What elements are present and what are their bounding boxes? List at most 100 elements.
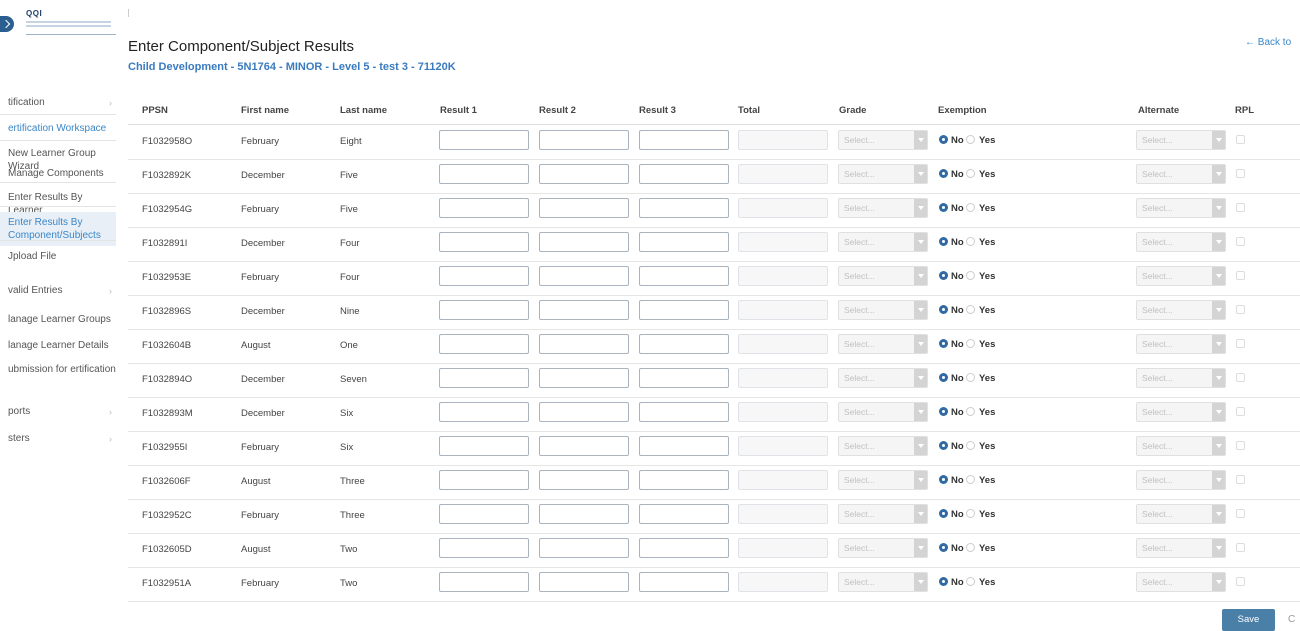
exemption-yes-radio[interactable] xyxy=(966,441,975,450)
grade-select[interactable]: Select... xyxy=(838,232,928,252)
exemption-no-radio[interactable] xyxy=(939,543,948,552)
exemption-no-radio[interactable] xyxy=(939,203,948,212)
grade-select[interactable]: Select... xyxy=(838,300,928,320)
result-1-input[interactable] xyxy=(439,538,529,558)
exemption-yes-radio[interactable] xyxy=(966,237,975,246)
result-2-input[interactable] xyxy=(539,130,629,150)
result-1-input[interactable] xyxy=(439,300,529,320)
alternate-select[interactable]: Select... xyxy=(1136,436,1226,456)
rpl-checkbox[interactable] xyxy=(1236,373,1245,382)
grade-select[interactable]: Select... xyxy=(838,470,928,490)
result-1-input[interactable] xyxy=(439,572,529,592)
alternate-select[interactable]: Select... xyxy=(1136,300,1226,320)
alternate-select[interactable]: Select... xyxy=(1136,232,1226,252)
exemption-no-radio[interactable] xyxy=(939,339,948,348)
grade-select[interactable]: Select... xyxy=(838,198,928,218)
rpl-checkbox[interactable] xyxy=(1236,305,1245,314)
result-3-input[interactable] xyxy=(639,334,729,354)
alternate-select[interactable]: Select... xyxy=(1136,198,1226,218)
exemption-no-radio[interactable] xyxy=(939,135,948,144)
result-1-input[interactable] xyxy=(439,436,529,456)
result-1-input[interactable] xyxy=(439,368,529,388)
rpl-checkbox[interactable] xyxy=(1236,339,1245,348)
exemption-no-radio[interactable] xyxy=(939,475,948,484)
exemption-yes-radio[interactable] xyxy=(966,475,975,484)
grade-select[interactable]: Select... xyxy=(838,368,928,388)
result-3-input[interactable] xyxy=(639,538,729,558)
sidebar-item[interactable]: ertification Workspace xyxy=(0,122,116,135)
result-3-input[interactable] xyxy=(639,300,729,320)
grade-select[interactable]: Select... xyxy=(838,402,928,422)
back-link[interactable]: ← Back to xyxy=(1245,37,1291,48)
sidebar-item[interactable]: valid Entries › xyxy=(0,284,116,297)
result-1-input[interactable] xyxy=(439,504,529,524)
result-2-input[interactable] xyxy=(539,300,629,320)
exemption-yes-radio[interactable] xyxy=(966,509,975,518)
sidebar-item[interactable]: lanage Learner Details xyxy=(0,339,116,352)
sidebar-item[interactable]: ports › xyxy=(0,405,116,418)
result-3-input[interactable] xyxy=(639,572,729,592)
result-3-input[interactable] xyxy=(639,266,729,286)
result-1-input[interactable] xyxy=(439,470,529,490)
sidebar-item[interactable]: Jpload File xyxy=(0,250,116,263)
result-3-input[interactable] xyxy=(639,402,729,422)
result-2-input[interactable] xyxy=(539,402,629,422)
sidebar-item[interactable]: lanage Learner Groups xyxy=(0,313,116,326)
result-3-input[interactable] xyxy=(639,232,729,252)
rpl-checkbox[interactable] xyxy=(1236,271,1245,280)
rpl-checkbox[interactable] xyxy=(1236,407,1245,416)
alternate-select[interactable]: Select... xyxy=(1136,572,1226,592)
exemption-yes-radio[interactable] xyxy=(966,169,975,178)
rpl-checkbox[interactable] xyxy=(1236,475,1245,484)
result-2-input[interactable] xyxy=(539,266,629,286)
result-2-input[interactable] xyxy=(539,504,629,524)
alternate-select[interactable]: Select... xyxy=(1136,538,1226,558)
exemption-yes-radio[interactable] xyxy=(966,135,975,144)
grade-select[interactable]: Select... xyxy=(838,504,928,524)
rpl-checkbox[interactable] xyxy=(1236,169,1245,178)
result-1-input[interactable] xyxy=(439,266,529,286)
rpl-checkbox[interactable] xyxy=(1236,543,1245,552)
result-2-input[interactable] xyxy=(539,538,629,558)
result-3-input[interactable] xyxy=(639,368,729,388)
alternate-select[interactable]: Select... xyxy=(1136,504,1226,524)
alternate-select[interactable]: Select... xyxy=(1136,266,1226,286)
exemption-yes-radio[interactable] xyxy=(966,373,975,382)
alternate-select[interactable]: Select... xyxy=(1136,164,1226,184)
exemption-no-radio[interactable] xyxy=(939,373,948,382)
result-2-input[interactable] xyxy=(539,198,629,218)
result-2-input[interactable] xyxy=(539,334,629,354)
sidebar-item[interactable]: tification › xyxy=(0,96,116,109)
result-2-input[interactable] xyxy=(539,164,629,184)
exemption-no-radio[interactable] xyxy=(939,169,948,178)
grade-select[interactable]: Select... xyxy=(838,266,928,286)
rpl-checkbox[interactable] xyxy=(1236,509,1245,518)
grade-select[interactable]: Select... xyxy=(838,164,928,184)
result-2-input[interactable] xyxy=(539,232,629,252)
result-1-input[interactable] xyxy=(439,198,529,218)
alternate-select[interactable]: Select... xyxy=(1136,334,1226,354)
grade-select[interactable]: Select... xyxy=(838,436,928,456)
result-2-input[interactable] xyxy=(539,470,629,490)
grade-select[interactable]: Select... xyxy=(838,572,928,592)
alternate-select[interactable]: Select... xyxy=(1136,368,1226,388)
rpl-checkbox[interactable] xyxy=(1236,577,1245,586)
exemption-no-radio[interactable] xyxy=(939,509,948,518)
result-3-input[interactable] xyxy=(639,436,729,456)
exemption-no-radio[interactable] xyxy=(939,577,948,586)
alternate-select[interactable]: Select... xyxy=(1136,470,1226,490)
alternate-select[interactable]: Select... xyxy=(1136,402,1226,422)
sidebar-item[interactable]: ubmission for ertification xyxy=(0,363,116,376)
exemption-no-radio[interactable] xyxy=(939,271,948,280)
result-1-input[interactable] xyxy=(439,232,529,252)
exemption-yes-radio[interactable] xyxy=(966,407,975,416)
sidebar-toggle-icon[interactable] xyxy=(0,16,14,32)
rpl-checkbox[interactable] xyxy=(1236,203,1245,212)
result-2-input[interactable] xyxy=(539,368,629,388)
exemption-yes-radio[interactable] xyxy=(966,271,975,280)
exemption-yes-radio[interactable] xyxy=(966,305,975,314)
cancel-button[interactable]: C xyxy=(1288,614,1295,625)
exemption-yes-radio[interactable] xyxy=(966,577,975,586)
result-1-input[interactable] xyxy=(439,402,529,422)
rpl-checkbox[interactable] xyxy=(1236,441,1245,450)
